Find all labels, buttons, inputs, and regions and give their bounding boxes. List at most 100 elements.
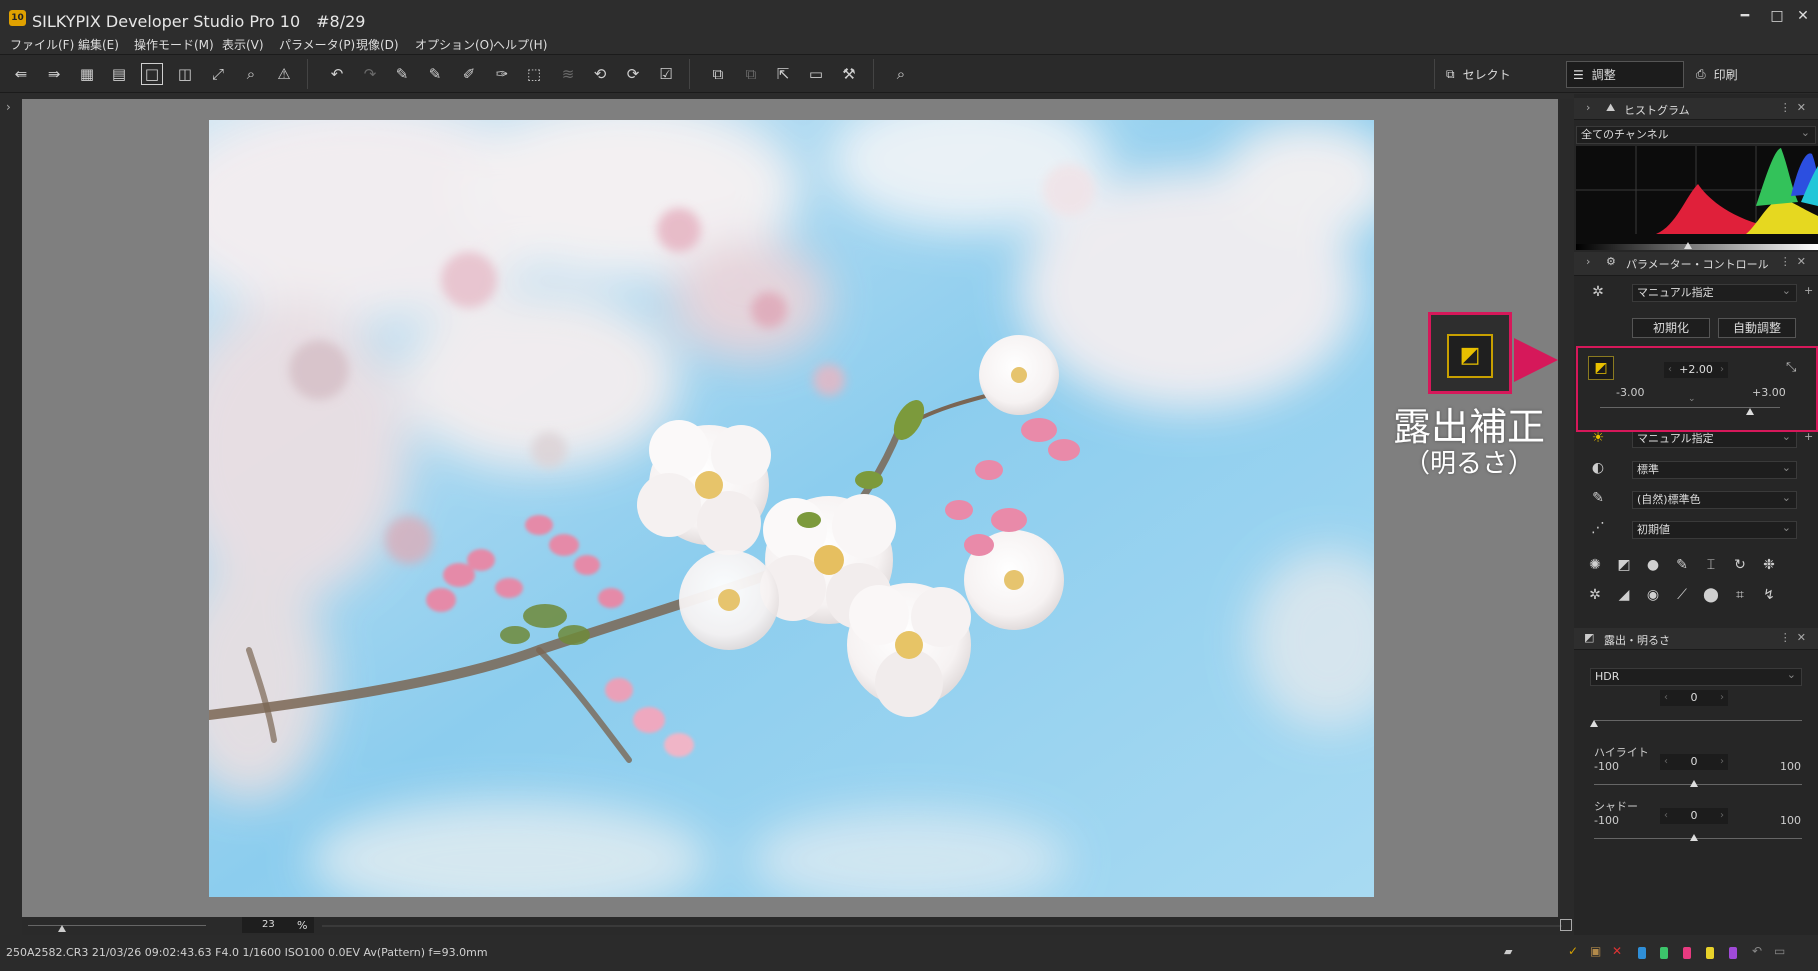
hdr-value-field[interactable]: ‹ 0 › bbox=[1660, 690, 1728, 706]
tool-transform-icon[interactable]: ↯ bbox=[1758, 584, 1780, 606]
mark-icon[interactable]: ☑ bbox=[655, 63, 677, 85]
tag-pink-icon[interactable] bbox=[1683, 947, 1691, 959]
menu-view[interactable]: 表示(V) bbox=[222, 36, 264, 53]
auto-adjust-button[interactable]: 自動調整 bbox=[1718, 318, 1796, 338]
menu-file[interactable]: ファイル(F) bbox=[10, 36, 74, 53]
viewer-vertical-scrollbar[interactable] bbox=[1560, 99, 1574, 917]
shadow-slider-thumb[interactable] bbox=[1690, 834, 1698, 841]
hdr-slider-track[interactable] bbox=[1594, 720, 1802, 721]
layers-icon[interactable]: ≋ bbox=[557, 63, 579, 85]
hdr-decrease-icon[interactable]: ‹ bbox=[1664, 690, 1668, 706]
tag-blue-icon[interactable] bbox=[1638, 947, 1646, 959]
menu-develop[interactable]: 現像(D) bbox=[356, 36, 399, 53]
menu-parameter[interactable]: パラメータ(P) bbox=[279, 36, 355, 53]
status-tool-icon[interactable]: ▰ bbox=[1504, 945, 1512, 958]
lock-icon[interactable]: ▭ bbox=[1774, 944, 1785, 958]
exposure-panel-header[interactable]: ◩ 露出・明るさ ⋮✕ bbox=[1574, 628, 1818, 650]
shadow-increase-icon[interactable]: › bbox=[1720, 808, 1724, 824]
brush-icon[interactable]: ✐ bbox=[458, 63, 480, 85]
tag-purple-icon[interactable] bbox=[1729, 947, 1737, 959]
reject-mark-icon[interactable]: ✕ bbox=[1612, 944, 1622, 958]
zoom-slider-track[interactable] bbox=[28, 925, 206, 926]
next-image-icon[interactable]: ⇛ bbox=[43, 63, 65, 85]
rotate-right-icon[interactable]: ⟳ bbox=[622, 63, 644, 85]
zoom-icon[interactable]: ⌕ bbox=[240, 63, 262, 85]
tool-droplet-icon[interactable]: ✲ bbox=[1584, 584, 1606, 606]
tag-yellow-icon[interactable] bbox=[1706, 947, 1714, 959]
hdr-slider-thumb[interactable] bbox=[1590, 720, 1598, 727]
tone-select[interactable]: 標準 bbox=[1632, 460, 1797, 479]
highlight-decrease-icon[interactable]: ‹ bbox=[1664, 754, 1668, 770]
tool-brightness-icon[interactable]: ✺ bbox=[1584, 554, 1606, 576]
tool-rotate-icon[interactable]: ↻ bbox=[1729, 554, 1751, 576]
filmstrip-view-icon[interactable]: ▤ bbox=[108, 63, 130, 85]
minimize-button[interactable]: ━ bbox=[1728, 4, 1762, 28]
highlight-value-field[interactable]: ‹ 0 › bbox=[1660, 754, 1728, 770]
expand-left-icon[interactable]: › bbox=[6, 100, 11, 114]
param-menu-close-icon[interactable]: ⋮✕ bbox=[1780, 255, 1812, 268]
copy-param-icon[interactable]: ✎ bbox=[391, 63, 413, 85]
shadow-value-field[interactable]: ‹ 0 › bbox=[1660, 808, 1728, 824]
tag-green-icon[interactable] bbox=[1660, 947, 1668, 959]
menu-edit[interactable]: 編集(E) bbox=[78, 36, 119, 53]
close-button[interactable]: ✕ bbox=[1786, 4, 1818, 28]
menu-options[interactable]: オプション(O) bbox=[415, 36, 494, 53]
warning-icon[interactable]: ⚠ bbox=[273, 63, 295, 85]
undo-mark-icon[interactable]: ↶ bbox=[1752, 944, 1762, 958]
collapse-histogram-icon[interactable]: › bbox=[1586, 101, 1590, 114]
mode-print-button[interactable]: ⎙ 印刷 bbox=[1690, 61, 1800, 88]
undo-icon[interactable]: ↶ bbox=[326, 63, 348, 85]
hdr-increase-icon[interactable]: › bbox=[1720, 690, 1724, 706]
shadow-slider-track[interactable] bbox=[1594, 838, 1802, 839]
tool-eye-icon[interactable]: ◉ bbox=[1642, 584, 1664, 606]
histogram-marker[interactable] bbox=[1684, 242, 1692, 249]
tool-crop-frame-icon[interactable]: ⌶ bbox=[1700, 554, 1722, 576]
transform-icon[interactable]: ⬚ bbox=[523, 63, 545, 85]
highlight-slider-track[interactable] bbox=[1594, 784, 1802, 785]
tool-spot-icon[interactable]: ⬤ bbox=[1700, 584, 1722, 606]
channel-select[interactable]: 全てのチャンネル bbox=[1576, 125, 1816, 144]
check-mark-icon[interactable]: ✓ bbox=[1568, 944, 1578, 958]
mode-adjust-button[interactable]: ☰ 調整 bbox=[1566, 61, 1684, 88]
tool-effects-icon[interactable]: ❉ bbox=[1758, 554, 1780, 576]
mode-select-button[interactable]: ⧉ セレクト bbox=[1440, 61, 1550, 88]
photo-preview[interactable] bbox=[209, 120, 1374, 897]
paste-param-icon[interactable]: ✎ bbox=[424, 63, 446, 85]
tool-sphere-icon[interactable]: ● bbox=[1642, 554, 1664, 576]
tools-icon[interactable]: ⚒ bbox=[838, 63, 860, 85]
fullscreen-icon[interactable]: ⤢ bbox=[207, 63, 229, 85]
eraser-icon[interactable]: ✑ bbox=[491, 63, 513, 85]
highlight-slider-thumb[interactable] bbox=[1690, 780, 1698, 787]
tool-brush-icon[interactable]: ⟋ bbox=[1671, 584, 1693, 606]
menu-help[interactable]: ヘルプ(H) bbox=[493, 36, 547, 53]
preset-select[interactable]: マニュアル指定 bbox=[1632, 283, 1797, 302]
hdr-select[interactable]: HDR bbox=[1590, 667, 1802, 686]
histogram-menu-close-icon[interactable]: ⋮✕ bbox=[1780, 101, 1812, 114]
single-view-icon[interactable]: □ bbox=[141, 63, 163, 85]
initialize-button[interactable]: 初期化 bbox=[1632, 318, 1710, 338]
tool-pen-icon[interactable]: ✎ bbox=[1671, 554, 1693, 576]
zoom-slider-thumb[interactable] bbox=[58, 925, 66, 932]
collapse-param-icon[interactable]: › bbox=[1586, 255, 1590, 268]
highlight-increase-icon[interactable]: › bbox=[1720, 754, 1724, 770]
viewer-horizontal-scrollbar[interactable] bbox=[322, 925, 1562, 927]
redo-icon[interactable]: ↷ bbox=[359, 63, 381, 85]
menu-operation-mode[interactable]: 操作モード(M) bbox=[134, 36, 214, 53]
tool-crop-icon[interactable]: ⌗ bbox=[1729, 584, 1751, 606]
sharpness-select[interactable]: 初期値 bbox=[1632, 520, 1797, 539]
tool-exposure-icon[interactable]: ◩ bbox=[1613, 554, 1635, 576]
search-icon[interactable]: ⌕ bbox=[890, 63, 912, 85]
compare-view-icon[interactable]: ◫ bbox=[174, 63, 196, 85]
white-balance-select[interactable]: マニュアル指定 bbox=[1632, 429, 1797, 448]
develop-icon[interactable]: ⧉ bbox=[707, 63, 729, 85]
preview-icon[interactable]: ▭ bbox=[805, 63, 827, 85]
prev-image-icon[interactable]: ⇚ bbox=[10, 63, 32, 85]
batch-develop-icon[interactable]: ⧉ bbox=[740, 63, 762, 85]
shadow-decrease-icon[interactable]: ‹ bbox=[1664, 808, 1668, 824]
export-icon[interactable]: ⇱ bbox=[772, 63, 794, 85]
color-select[interactable]: (自然)標準色 bbox=[1632, 490, 1797, 509]
param-control-header[interactable]: › ⚙ パラメーター・コントロール ⋮✕ bbox=[1574, 252, 1818, 276]
rotate-left-icon[interactable]: ⟲ bbox=[589, 63, 611, 85]
thumbnail-view-icon[interactable]: ▦ bbox=[76, 63, 98, 85]
navigator-icon[interactable] bbox=[1560, 919, 1572, 931]
